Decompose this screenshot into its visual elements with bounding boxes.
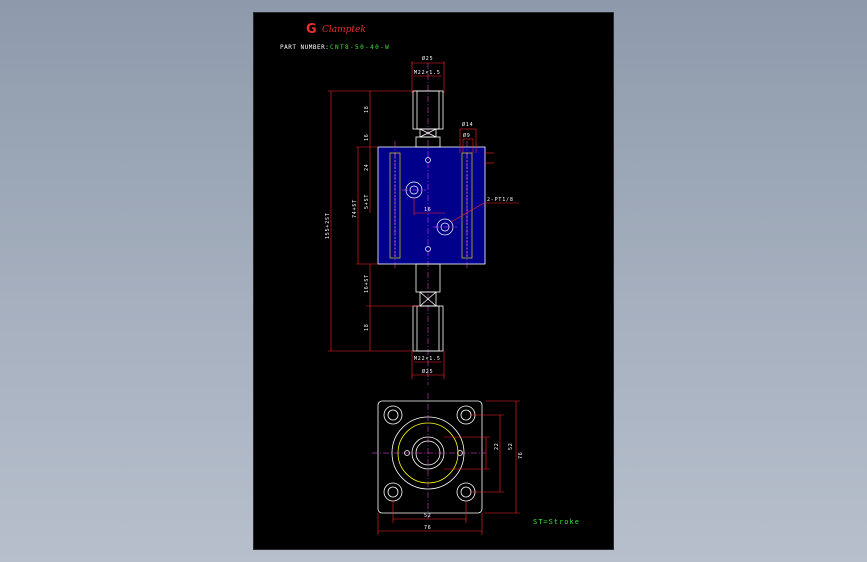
dim-d24: 24	[364, 163, 370, 171]
drawing-sheet: G Clamptek PART NUMBER: CNT8-50-40-W ST=…	[254, 13, 613, 549]
dim-w52a: 52	[424, 513, 432, 519]
dim-w22: 22	[494, 442, 500, 450]
bottom-view	[377, 400, 483, 514]
dim-bot-dia: Ø25	[422, 368, 433, 375]
dim-top-thread: M22×1.5	[414, 70, 441, 76]
dim-dia14: Ø14	[462, 121, 473, 128]
dim-d74: 74+ST	[352, 199, 358, 218]
technical-drawing: Ø25 M22×1.5 M22×1.5 Ø25 18 16 24 74+ST 5…	[325, 55, 524, 535]
dim-total: 155+2ST	[325, 212, 331, 239]
dim-bot-thread: M22×1.5	[414, 356, 441, 362]
dim-w76b: 76	[518, 451, 524, 459]
dim-w76a: 76	[424, 525, 432, 531]
dim-d16c: 16+ST	[364, 274, 370, 293]
dimension-texts: Ø25 M22×1.5 M22×1.5 Ø25 18 16 24 74+ST 5…	[325, 55, 524, 531]
dim-d16b: 16	[424, 207, 432, 213]
cylinder-body	[377, 146, 486, 265]
dim-d18b: 18	[364, 323, 370, 331]
dim-d16a: 16	[364, 133, 370, 141]
dim-dia9: Ø9	[463, 132, 471, 139]
dim-top-dia: Ø25	[422, 55, 433, 62]
dim-d5: 5+ST	[364, 194, 370, 209]
dim-w52b: 52	[508, 442, 514, 450]
dim-d18: 18	[364, 105, 370, 113]
dim-port: 2-PT1/8	[487, 197, 514, 203]
